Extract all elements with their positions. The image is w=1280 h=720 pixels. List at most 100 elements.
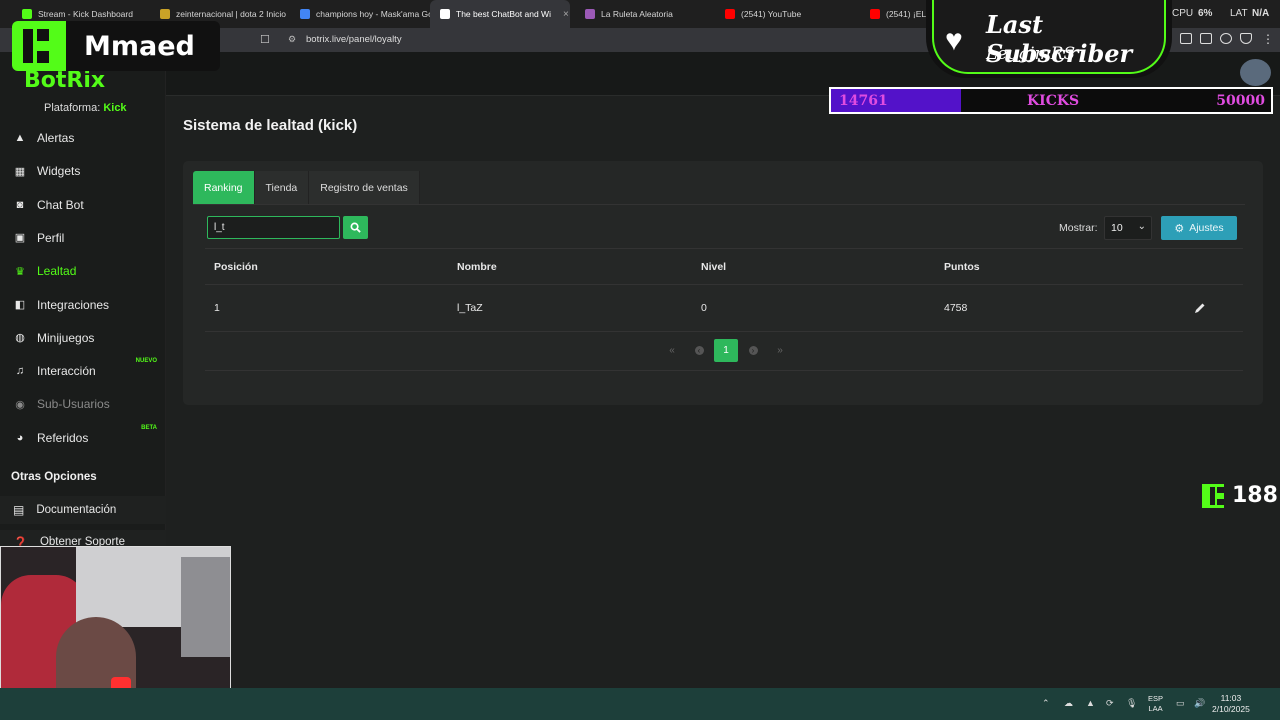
wallet-icon[interactable]: [1200, 33, 1212, 44]
settings-button-label: Ajustes: [1189, 222, 1224, 234]
pagination-first[interactable]: «: [660, 339, 684, 362]
grid-icon: ▦: [14, 165, 26, 178]
col-header-nombre[interactable]: Nombre: [457, 261, 497, 273]
pagination-next[interactable]: ›: [741, 339, 765, 362]
other-options-heading: Otras Opciones: [11, 471, 97, 483]
kicks-goal: 50000: [1216, 93, 1265, 109]
volume-icon[interactable]: 🔊: [1194, 698, 1205, 709]
pencil-icon[interactable]: [1194, 302, 1206, 314]
music-icon: ♫: [15, 365, 25, 378]
chevron-right-icon: ›: [748, 346, 758, 355]
sidebar-item-label: Referidos: [37, 430, 89, 445]
heart-icon: ♥: [945, 24, 963, 57]
tab-ranking[interactable]: Ranking: [193, 171, 255, 204]
favicon-icon: [300, 9, 310, 19]
url-text[interactable]: botrix.live/panel/loyalty: [306, 34, 402, 45]
nvidia-icon[interactable]: ▲: [1086, 698, 1095, 708]
viewer-count-overlay: 188: [1202, 483, 1278, 508]
sidebar-item-documentacion[interactable]: ▤ Documentación: [0, 496, 166, 524]
streamer-name: Mmaed: [84, 30, 195, 62]
chevron-down-icon: ⌄: [1137, 221, 1146, 232]
avatar[interactable]: [1240, 59, 1271, 86]
browser-tab[interactable]: (2541) YouTube: [715, 0, 855, 28]
browser-tab[interactable]: champions hoy - Mask'ama Go: [290, 0, 430, 28]
cpu-label: CPU: [1172, 8, 1194, 19]
chevron-up-icon[interactable]: ⌃: [1042, 698, 1050, 709]
cube-icon: ◧: [14, 299, 26, 311]
browser-tab-label: (2541) YouTube: [741, 9, 802, 19]
platform-value: Kick: [103, 102, 127, 114]
settings-button[interactable]: ⚙ Ajustes: [1161, 216, 1237, 240]
pagination-last[interactable]: »: [768, 339, 792, 362]
cpu-value: 6%: [1198, 8, 1213, 19]
search-icon: [350, 222, 361, 233]
bookmark-icon[interactable]: ☐: [260, 33, 270, 46]
microphone-icon[interactable]: 🎙: [1126, 698, 1137, 709]
onedrive-icon[interactable]: ☁: [1064, 698, 1073, 709]
site-info-icon[interactable]: ⚙: [288, 34, 296, 45]
brand-logo[interactable]: BotRix: [24, 68, 105, 93]
sidebar-item-label: Perfil: [37, 230, 65, 245]
card-bottom-rule: [205, 370, 1243, 371]
sidebar-item-label: Integraciones: [37, 297, 110, 312]
browser-tab-label: zeinternacional | dota 2 Inicio: [176, 9, 286, 19]
sidebar-toggle-icon[interactable]: [1180, 33, 1192, 44]
menu-icon[interactable]: ⋮: [1262, 32, 1274, 46]
language-indicator[interactable]: ESP LAA: [1148, 694, 1163, 714]
pagination-prev[interactable]: ‹: [687, 339, 711, 362]
keyboard-layout: LAA: [1148, 704, 1163, 713]
pagination-page-1[interactable]: 1: [714, 339, 738, 362]
sidebar-item-lealtad[interactable]: ♛ Lealtad: [0, 256, 166, 286]
kick-icon: [1202, 483, 1224, 508]
page-size-select[interactable]: 10 ⌄: [1104, 216, 1152, 240]
sidebar-item-label: Documentación: [36, 504, 117, 516]
sidebar-item-chat-bot[interactable]: ◙ Chat Bot: [0, 190, 166, 220]
sidebar-item-referidos[interactable]: ◕ Referidos BETA: [0, 423, 166, 453]
browser-tab-label: The best ChatBot and Wi: [456, 9, 551, 19]
browser-tab-label: La Ruleta Aleatoria: [601, 9, 673, 19]
viewer-count: 188: [1232, 483, 1278, 508]
browser-tab-label: champions hoy - Mask'ama Go: [316, 9, 430, 19]
gears-icon: ⚙: [1174, 222, 1185, 235]
table-header-rule: [205, 284, 1243, 285]
sidebar-item-minijuegos[interactable]: ◍ Minijuegos: [0, 323, 166, 353]
browser-tab[interactable]: (2541) ¡EL DOTE: [860, 0, 930, 28]
col-header-posicion[interactable]: Posición: [214, 261, 258, 273]
sidebar-item-sub-usuarios[interactable]: ◉ Sub-Usuarios: [0, 389, 166, 419]
sidebar-item-label: Alertas: [37, 131, 75, 145]
loyalty-tabs: Ranking Tienda Registro de ventas: [193, 171, 420, 204]
sidebar-item-perfil[interactable]: ▣ Perfil: [0, 223, 166, 253]
favicon-icon: [440, 9, 450, 19]
col-header-nivel[interactable]: Nivel: [701, 261, 726, 273]
cell-points: 4758: [944, 302, 968, 314]
browser-tab[interactable]: La Ruleta Aleatoria: [575, 0, 715, 28]
users-icon: ◉: [15, 398, 25, 411]
tab-divider: [193, 204, 1245, 205]
sidebar-item-widgets[interactable]: ▦ Widgets: [0, 156, 166, 186]
sync-icon[interactable]: ⟳: [1106, 698, 1114, 709]
tab-tienda[interactable]: Tienda: [254, 171, 310, 204]
col-header-puntos[interactable]: Puntos: [944, 261, 980, 273]
close-tab-icon[interactable]: ×: [563, 9, 569, 20]
trophy-icon: ♛: [15, 265, 25, 278]
favicon-icon: [870, 9, 880, 19]
sidebar-item-soporte[interactable]: ❓ Obtener Soporte: [0, 530, 166, 546]
search-input[interactable]: [207, 216, 340, 239]
search-button[interactable]: [343, 216, 368, 239]
cell-level: 0: [701, 302, 707, 314]
sidebar-item-interacci-n[interactable]: ♫ Interacción NUEVO: [0, 356, 166, 386]
extension-icon[interactable]: [1220, 33, 1232, 44]
favicon-icon: [160, 9, 170, 19]
sidebar-item-label: Widgets: [37, 164, 81, 179]
sidebar-item-label: Obtener Soporte: [39, 536, 125, 546]
favicon-icon: [585, 9, 595, 19]
tab-registro-ventas[interactable]: Registro de ventas: [309, 171, 420, 204]
robot-icon: ◙: [16, 198, 24, 211]
book-icon: ▤: [13, 503, 25, 517]
clock[interactable]: 11:03 2/10/2025: [1212, 693, 1250, 715]
network-icon[interactable]: ▭: [1176, 698, 1185, 709]
sidebar-item-integraciones[interactable]: ◧ Integraciones: [0, 290, 166, 320]
sidebar-item-alertas[interactable]: ▲ Alertas: [0, 123, 166, 153]
browser-tab[interactable]: The best ChatBot and Wi ×: [430, 0, 570, 28]
table-row-rule: [205, 331, 1243, 332]
